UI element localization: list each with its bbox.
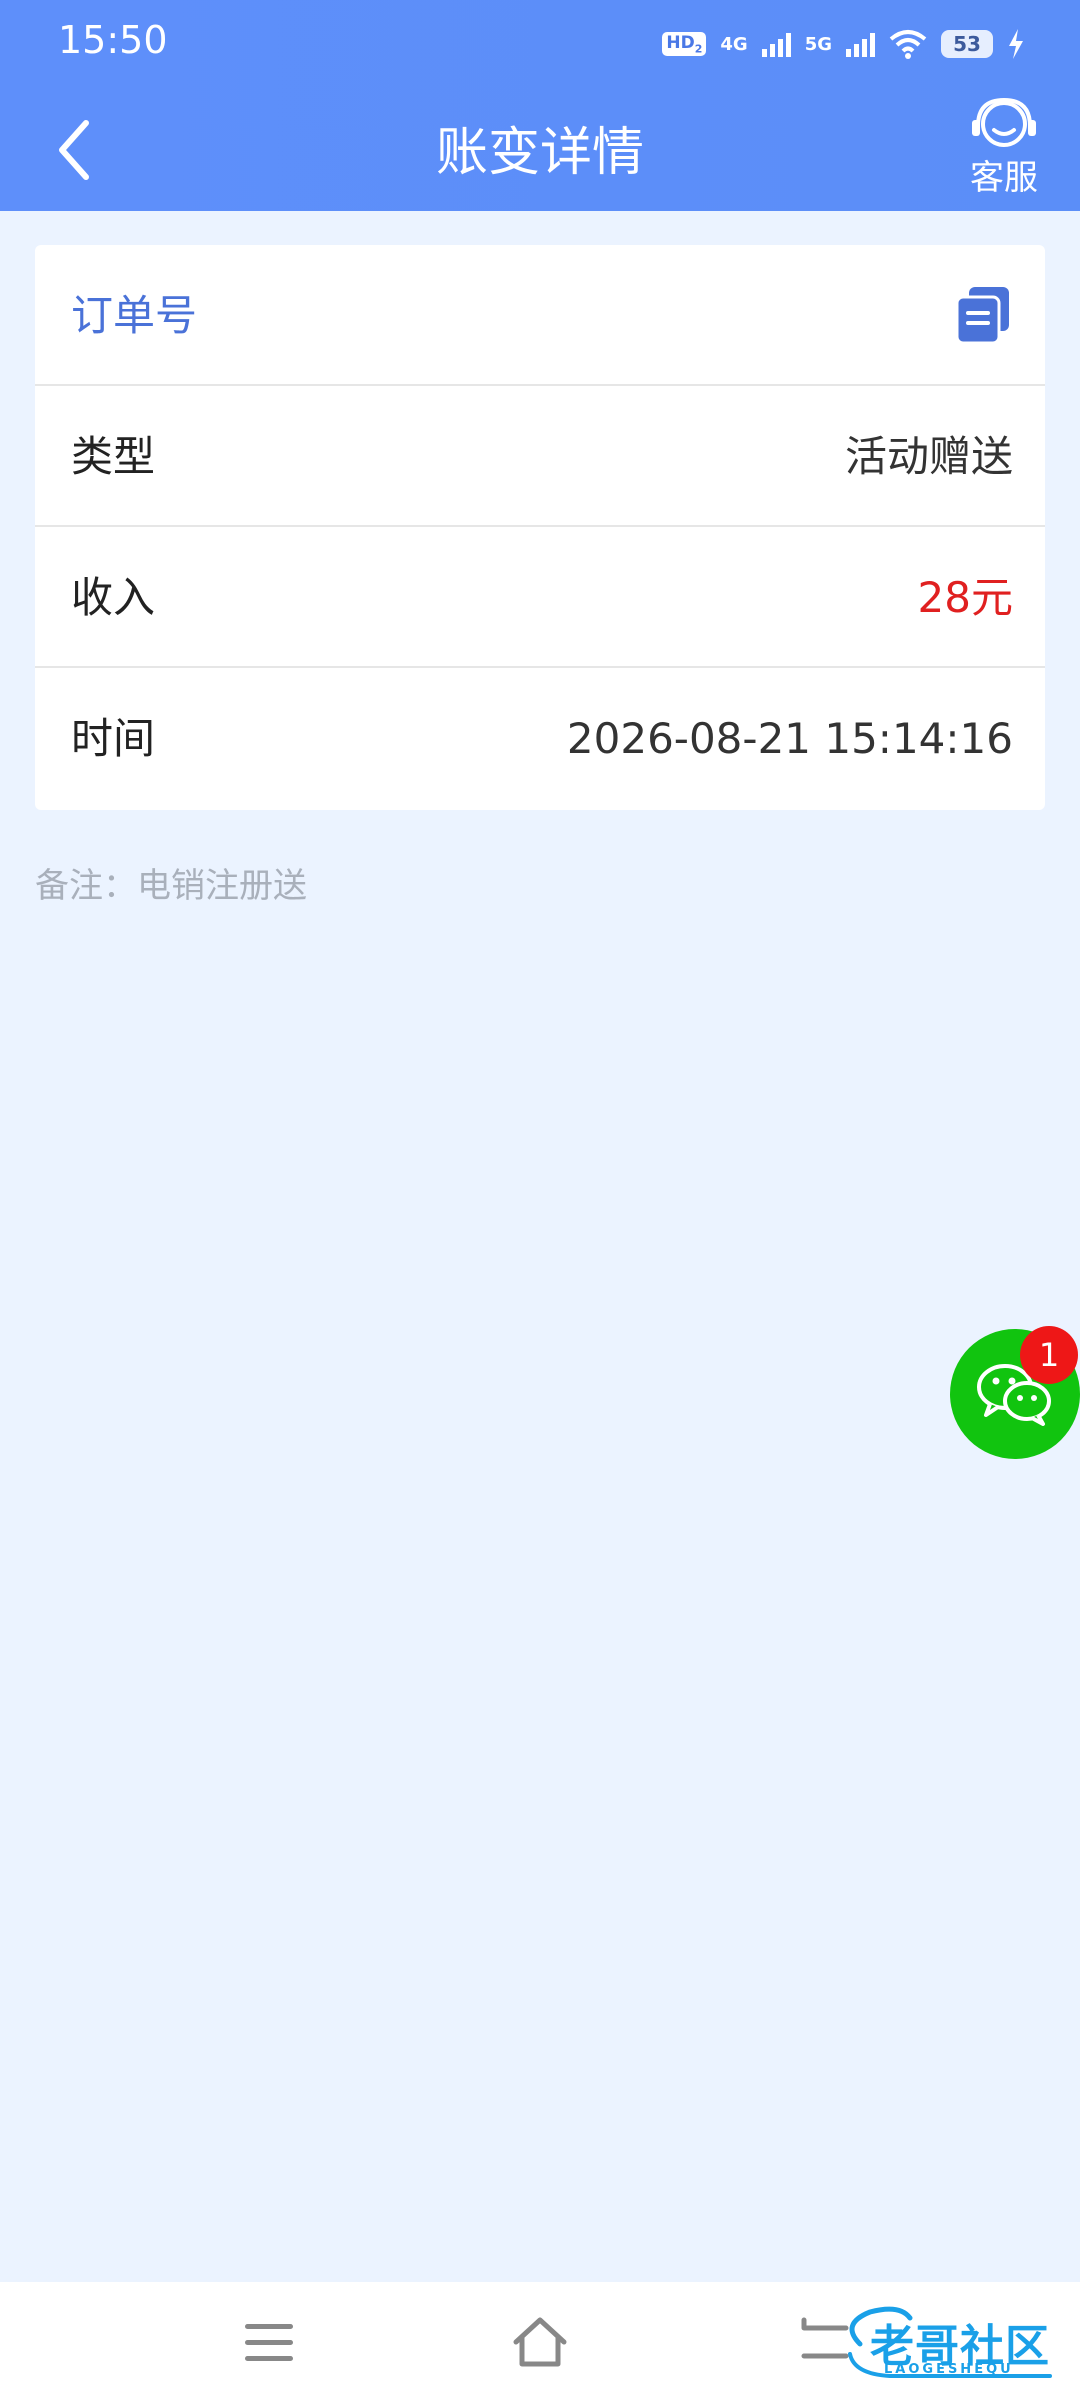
time-label: 时间 <box>71 714 156 763</box>
battery-icon: 53 <box>941 30 993 58</box>
copy-icon[interactable] <box>953 285 1013 345</box>
income-value: 28元 <box>917 573 1013 622</box>
watermark-subtext: LAOGESHEQU <box>884 2362 1014 2377</box>
hd-sub: 2 <box>694 42 703 56</box>
signal-icon-2 <box>846 31 875 57</box>
income-label: 收入 <box>71 573 156 622</box>
income-row: 收入 28元 <box>35 527 1045 668</box>
status-time: 15:50 <box>58 18 168 62</box>
wifi-icon <box>889 30 927 59</box>
time-row: 时间 2026-08-21 15:14:16 <box>35 668 1045 810</box>
watermark-logo: 老哥社区 LAOGESHEQU <box>830 2304 1070 2386</box>
headset-icon <box>972 97 1036 147</box>
signal-icon-1 <box>761 31 791 57</box>
type-label: 类型 <box>71 432 156 481</box>
type-value: 活动赠送 <box>844 432 1013 481</box>
customer-service-label: 客服 <box>970 158 1038 198</box>
network-label-2: 5G <box>804 33 832 55</box>
time-value: 2026-08-21 15:14:16 <box>566 714 1013 763</box>
network-label-1: 4G <box>720 33 748 55</box>
type-row: 类型 活动赠送 <box>35 386 1045 527</box>
home-icon[interactable] <box>510 2314 570 2370</box>
order-number-row: 订单号 <box>35 245 1045 386</box>
status-bar: 15:50 HD2 4G 5G 53 <box>0 0 1080 84</box>
hd-icon: HD2 <box>662 31 707 57</box>
chat-badge: 1 <box>1020 1326 1078 1384</box>
hd-label: HD <box>666 32 695 53</box>
order-number-label: 订单号 <box>71 291 198 340</box>
page-title: 账变详情 <box>435 123 644 183</box>
status-icons: HD2 4G 5G 53 <box>662 22 1025 66</box>
transaction-detail-card: 订单号 类型 活动赠送 收入 28元 时间 2026-08-21 15:14:1… <box>35 245 1045 810</box>
charging-icon <box>1009 29 1023 59</box>
app-header: 15:50 HD2 4G 5G 53 账变详情 客服 <box>0 0 1080 211</box>
menu-icon[interactable] <box>245 2322 293 2364</box>
customer-service-button[interactable]: 客服 <box>964 96 1044 198</box>
system-nav-bar: 老哥社区 LAOGESHEQU <box>0 2282 1080 2408</box>
remark-text: 备注：电销注册送 <box>35 866 307 906</box>
